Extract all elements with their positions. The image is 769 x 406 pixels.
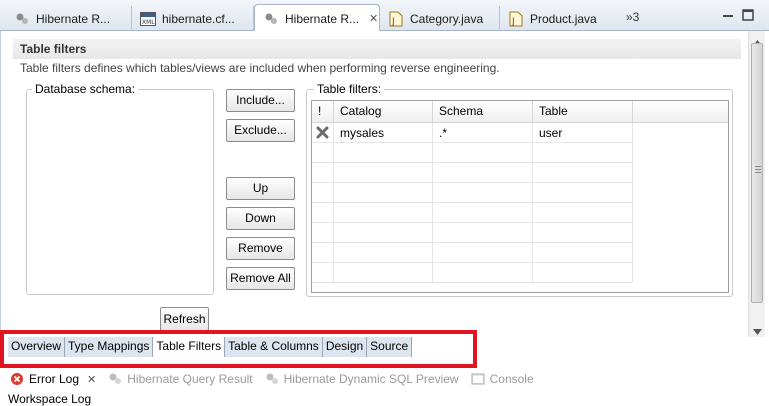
workspace-log-label: Workspace Log: [8, 392, 92, 406]
table-filters-grid[interactable]: ! Catalog Schema Table mysales .* user: [311, 100, 729, 293]
column-header-schema[interactable]: Schema: [433, 101, 533, 123]
java-file-icon: J: [388, 11, 404, 27]
views-tab-bar: Error Log ✕ Hibernate Query Result Hiber…: [0, 368, 769, 390]
empty-cell: [312, 203, 334, 223]
tab-label: Hibernate R...: [285, 11, 360, 26]
column-header-table[interactable]: Table: [533, 101, 633, 123]
down-button[interactable]: Down: [226, 207, 295, 230]
section-title: Table filters: [13, 39, 741, 59]
error-log-icon: [10, 372, 24, 386]
section-description: Table filters defines which tables/views…: [20, 61, 500, 75]
view-tab-console[interactable]: Console: [471, 372, 534, 386]
empty-cell: [533, 203, 633, 223]
column-header-flag[interactable]: !: [312, 101, 334, 123]
empty-cell: [433, 203, 533, 223]
remove-all-button[interactable]: Remove All: [226, 267, 295, 290]
empty-cell: [334, 263, 433, 283]
svg-text:J: J: [391, 17, 395, 27]
view-tab-error-log[interactable]: Error Log ✕: [10, 372, 96, 386]
view-tab-label: Console: [489, 372, 534, 386]
table-filters-label: Table filters:: [314, 82, 385, 96]
exclude-x-icon: [312, 123, 334, 143]
empty-cell: [334, 163, 433, 183]
view-tab-label: Error Log: [29, 372, 80, 386]
empty-cell: [312, 223, 334, 243]
editor-tab-category-java[interactable]: J Category.java: [380, 6, 500, 31]
editor-content: Table filters Table filters defines whic…: [0, 31, 769, 337]
database-schema-label: Database schema:: [32, 82, 139, 96]
empty-cell: [533, 243, 633, 263]
empty-cell: [312, 243, 334, 263]
view-tab-label: Hibernate Query Result: [127, 372, 253, 386]
remove-button[interactable]: Remove: [226, 237, 295, 260]
hibernate-icon: [14, 11, 30, 27]
empty-cell: [312, 183, 334, 203]
close-icon[interactable]: ✕: [369, 12, 378, 25]
editor-tab-hibernate-reveng-active[interactable]: Hibernate R... ✕: [254, 4, 380, 32]
column-header-catalog[interactable]: Catalog: [334, 101, 433, 123]
empty-cell: [433, 243, 533, 263]
tab-label: hibernate.cf...: [162, 11, 235, 26]
empty-cell: [334, 203, 433, 223]
empty-cell: [334, 143, 433, 163]
empty-cell: [433, 163, 533, 183]
database-schema-tree[interactable]: [27, 96, 213, 294]
tab-label: Hibernate R...: [36, 11, 111, 26]
empty-cell: [533, 223, 633, 243]
minimize-icon[interactable]: [722, 9, 734, 21]
console-icon: [471, 372, 485, 386]
editor-tab-hibernate-cfg[interactable]: XML hibernate.cf...: [132, 6, 254, 31]
empty-cell: [533, 263, 633, 283]
hibernate-icon: [265, 372, 279, 386]
empty-cell: [334, 223, 433, 243]
empty-cell: [533, 163, 633, 183]
editor-vertical-scrollbar[interactable]: [748, 31, 765, 337]
scroll-thumb[interactable]: [751, 43, 763, 303]
empty-cell: [433, 223, 533, 243]
cell-schema[interactable]: .*: [433, 123, 533, 143]
view-tab-hibernate-dynamic-sql[interactable]: Hibernate Dynamic SQL Preview: [265, 372, 459, 386]
empty-cell: [312, 263, 334, 283]
empty-cell: [334, 243, 433, 263]
empty-cell: [533, 143, 633, 163]
maximize-icon[interactable]: [742, 9, 754, 21]
editor-tab-bar: Hibernate R... XML hibernate.cf... Hiber…: [0, 0, 769, 32]
empty-cell: [334, 183, 433, 203]
highlight-box: [0, 330, 477, 368]
svg-text:J: J: [511, 17, 515, 27]
tab-overflow-button[interactable]: »3: [626, 10, 639, 24]
editor-tab-hibernate-reveng-1[interactable]: Hibernate R...: [6, 6, 132, 31]
tab-label: Category.java: [410, 11, 484, 26]
empty-cell: [433, 183, 533, 203]
cell-table[interactable]: user: [533, 123, 633, 143]
svg-text:XML: XML: [142, 19, 155, 26]
cell-catalog[interactable]: mysales: [334, 123, 433, 143]
tab-label: Product.java: [530, 11, 597, 26]
xml-file-icon: XML: [140, 11, 156, 27]
java-file-icon: J: [508, 11, 524, 27]
empty-cell: [433, 263, 533, 283]
database-schema-group: [26, 89, 214, 295]
hibernate-icon: [263, 11, 279, 27]
empty-cell: [533, 183, 633, 203]
column-header-filler: [633, 101, 728, 123]
view-tab-hibernate-query-result[interactable]: Hibernate Query Result: [108, 372, 253, 386]
empty-cell: [312, 143, 334, 163]
scroll-down-icon[interactable]: [753, 324, 762, 338]
view-tab-label: Hibernate Dynamic SQL Preview: [283, 372, 459, 386]
refresh-button[interactable]: Refresh: [160, 307, 209, 331]
up-button[interactable]: Up: [226, 177, 295, 200]
empty-cell: [312, 163, 334, 183]
close-icon[interactable]: ✕: [87, 373, 96, 386]
exclude-button[interactable]: Exclude...: [226, 119, 295, 142]
empty-cell: [433, 143, 533, 163]
editor-tab-product-java[interactable]: J Product.java: [500, 6, 618, 31]
include-button[interactable]: Include...: [226, 89, 295, 112]
hibernate-icon: [108, 372, 122, 386]
